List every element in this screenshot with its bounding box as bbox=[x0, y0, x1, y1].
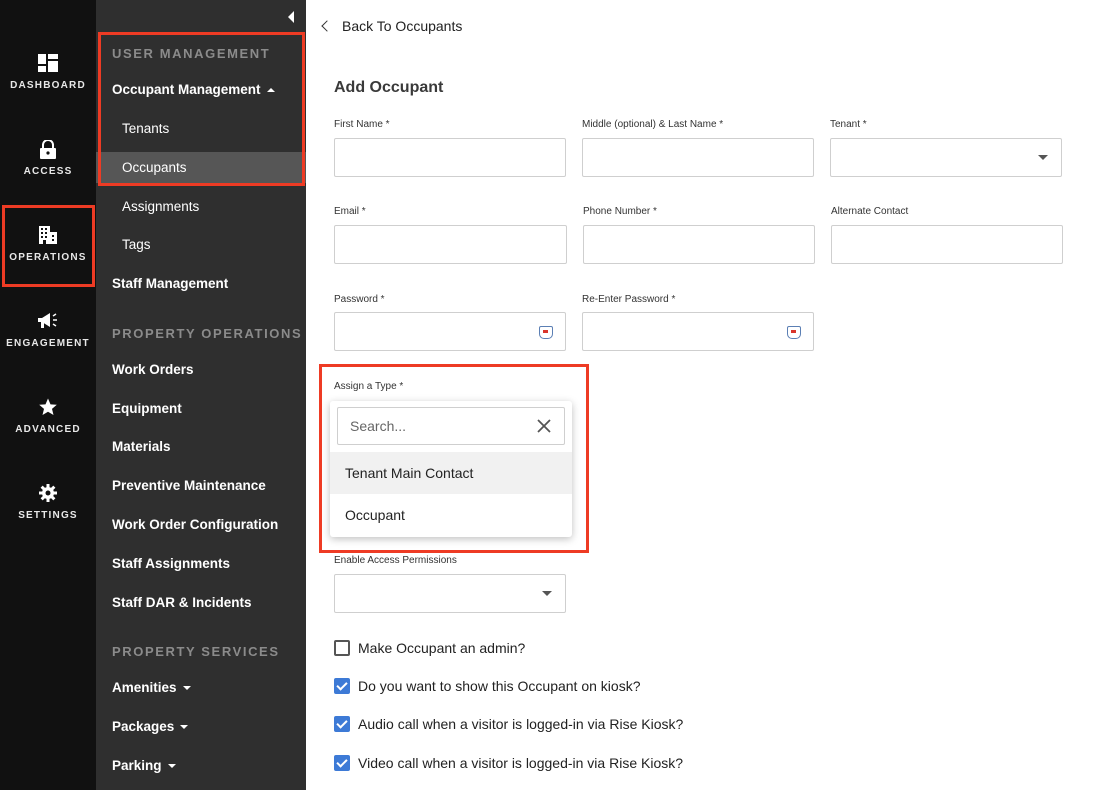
page-title: Add Occupant bbox=[334, 79, 444, 96]
back-link-label: Back To Occupants bbox=[342, 18, 463, 34]
kiosk-checkbox[interactable] bbox=[334, 678, 350, 694]
rail-label: ENGAGEMENT bbox=[6, 338, 90, 349]
rail-settings[interactable]: SETTINGS bbox=[0, 482, 96, 562]
video-call-checkbox-row[interactable]: Video call when a visitor is logged-in v… bbox=[334, 755, 683, 771]
star-icon bbox=[37, 396, 59, 418]
user-management-highlight-box bbox=[98, 32, 305, 186]
operations-highlight-box bbox=[2, 205, 95, 287]
sidebar-item-label: Parking bbox=[112, 758, 162, 773]
sidebar-item-preventive-maintenance[interactable]: Preventive Maintenance bbox=[112, 478, 266, 493]
section-header-property-services: PROPERTY SERVICES bbox=[112, 644, 280, 659]
chevron-left-icon bbox=[321, 20, 333, 32]
rail-label: ADVANCED bbox=[15, 424, 81, 435]
tenant-label: Tenant * bbox=[830, 119, 867, 130]
audio-call-checkbox[interactable] bbox=[334, 716, 350, 732]
caret-down-icon bbox=[180, 725, 189, 730]
dropdown-arrow-icon bbox=[1038, 155, 1048, 160]
password-manager-icon[interactable] bbox=[787, 326, 801, 339]
rail-engagement[interactable]: ENGAGEMENT bbox=[0, 310, 96, 390]
kiosk-checkbox-row[interactable]: Do you want to show this Occupant on kio… bbox=[334, 678, 640, 694]
last-name-label: Middle (optional) & Last Name * bbox=[582, 119, 724, 130]
checkbox-label: Do you want to show this Occupant on kio… bbox=[358, 678, 641, 694]
phone-label: Phone Number * bbox=[583, 206, 657, 217]
collapse-sidebar-icon[interactable] bbox=[286, 10, 296, 24]
dropdown-arrow-icon bbox=[542, 591, 552, 596]
audio-call-checkbox-row[interactable]: Audio call when a visitor is logged-in v… bbox=[334, 716, 683, 732]
caret-down-icon bbox=[167, 764, 176, 769]
checkbox-label: Audio call when a visitor is logged-in v… bbox=[358, 716, 684, 732]
back-link[interactable]: Back To Occupants bbox=[320, 18, 462, 34]
video-call-checkbox[interactable] bbox=[334, 755, 350, 771]
email-label: Email * bbox=[334, 206, 366, 217]
reenter-password-input[interactable] bbox=[582, 312, 814, 351]
rail-advanced[interactable]: ADVANCED bbox=[0, 396, 96, 476]
checkbox-label: Make Occupant an admin? bbox=[358, 640, 526, 656]
sidebar-item-work-order-configuration[interactable]: Work Order Configuration bbox=[112, 517, 278, 532]
sidebar-item-amenities[interactable]: Amenities bbox=[112, 680, 191, 695]
sidebar-item-staff-dar[interactable]: Staff DAR & Incidents bbox=[112, 595, 252, 610]
sidebar-item-staff-assignments[interactable]: Staff Assignments bbox=[112, 556, 230, 571]
rail-label: SETTINGS bbox=[18, 510, 78, 521]
sidebar-item-staff-management[interactable]: Staff Management bbox=[112, 276, 228, 291]
sidebar-item-packages[interactable]: Packages bbox=[112, 719, 189, 734]
sidebar-item-equipment[interactable]: Equipment bbox=[112, 401, 182, 416]
access-permissions-label: Enable Access Permissions bbox=[334, 555, 457, 566]
sidebar-item-label: Packages bbox=[112, 719, 175, 734]
alternate-contact-label: Alternate Contact bbox=[831, 206, 909, 217]
password-label: Password * bbox=[334, 294, 385, 305]
rail-label: DASHBOARD bbox=[10, 80, 86, 91]
rail-dashboard[interactable]: DASHBOARD bbox=[0, 52, 96, 132]
sidebar-item-work-orders[interactable]: Work Orders bbox=[112, 362, 194, 377]
sidebar-item-tags[interactable]: Tags bbox=[122, 237, 151, 252]
first-name-input[interactable] bbox=[334, 138, 566, 177]
megaphone-icon bbox=[37, 310, 59, 332]
rail-label: ACCESS bbox=[23, 166, 73, 177]
icon-rail: DASHBOARD ACCESS OPERATIONS ENGAGEMENT A… bbox=[0, 0, 96, 790]
dashboard-icon bbox=[37, 52, 59, 74]
alternate-contact-input[interactable] bbox=[831, 225, 1063, 264]
gear-icon bbox=[37, 482, 59, 504]
caret-down-icon bbox=[182, 686, 191, 691]
sidebar-item-label: Amenities bbox=[112, 680, 177, 695]
section-header-property-operations: PROPERTY OPERATIONS bbox=[112, 326, 303, 341]
admin-checkbox-row[interactable]: Make Occupant an admin? bbox=[334, 640, 525, 656]
password-manager-icon[interactable] bbox=[539, 326, 553, 339]
last-name-input[interactable] bbox=[582, 138, 814, 177]
checkbox-label: Video call when a visitor is logged-in v… bbox=[358, 755, 684, 771]
sidebar-item-materials[interactable]: Materials bbox=[112, 439, 171, 454]
admin-checkbox[interactable] bbox=[334, 640, 350, 656]
password-input[interactable] bbox=[334, 312, 566, 351]
email-input[interactable] bbox=[334, 225, 567, 264]
first-name-label: First Name * bbox=[334, 119, 390, 130]
tenant-select[interactable] bbox=[830, 138, 1062, 177]
access-permissions-select[interactable] bbox=[334, 574, 566, 613]
reenter-password-label: Re-Enter Password * bbox=[582, 294, 676, 305]
lock-icon bbox=[37, 138, 59, 160]
assign-type-highlight-box bbox=[319, 364, 589, 553]
phone-input[interactable] bbox=[583, 225, 815, 264]
sidebar-item-assignments[interactable]: Assignments bbox=[122, 199, 199, 214]
sidebar-item-parking[interactable]: Parking bbox=[112, 758, 176, 773]
